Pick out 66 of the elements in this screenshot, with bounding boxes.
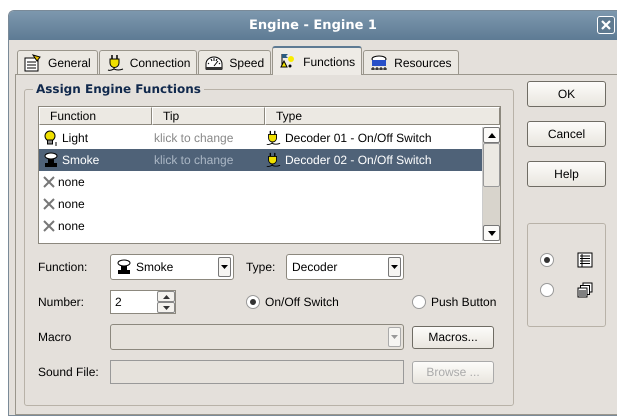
close-icon (601, 20, 611, 30)
function-name: none (58, 175, 85, 189)
up-arrow-icon (488, 132, 496, 138)
column-header[interactable]: Function (39, 107, 152, 125)
radio-button[interactable] (540, 283, 554, 297)
radio-button[interactable] (540, 253, 554, 267)
plug-icon (265, 130, 281, 146)
radio-option[interactable]: On/Off Switch (246, 295, 404, 309)
column-header[interactable]: Type (265, 107, 500, 125)
cross-icon (43, 176, 55, 188)
function-name: none (58, 219, 85, 233)
type-text: Decoder 02 - On/Off Switch (285, 153, 432, 167)
plug-icon (106, 54, 124, 72)
stacked-windows-icon[interactable] (577, 282, 593, 298)
tab[interactable]: Connection (98, 50, 198, 74)
macro-dropdown[interactable] (110, 324, 404, 350)
list-row[interactable]: none (39, 193, 482, 215)
caret-icon (391, 335, 398, 339)
tab[interactable]: General (17, 50, 98, 74)
group-title: Assign Engine Functions (33, 82, 204, 96)
type-text: Decoder 01 - On/Off Switch (285, 131, 432, 145)
list-row[interactable]: none (39, 171, 482, 193)
radio-option[interactable]: Push Button (412, 295, 501, 309)
dialog-button[interactable]: Cancel (527, 121, 606, 147)
macros-button[interactable]: Macros... (412, 326, 494, 348)
list-view-icon[interactable] (577, 252, 593, 268)
field-label: Macro (38, 330, 72, 344)
bulb-icon (43, 130, 59, 146)
field-label: Number: (38, 295, 86, 309)
function-dropdown[interactable]: Smoke (110, 254, 234, 280)
type-dropdown[interactable]: Decoder (286, 254, 404, 280)
smokestack-icon (43, 152, 59, 168)
field-label: Type: (246, 260, 276, 274)
tab[interactable]: Functions (272, 46, 362, 75)
container-icon (370, 54, 388, 72)
down-arrow-icon[interactable] (162, 306, 170, 310)
field-label: Function: (38, 260, 88, 274)
list-row[interactable]: Smoke klick to change Decoder 02 - On/Off Switch (39, 149, 482, 171)
field-label: Sound File: (38, 365, 100, 379)
cross-icon (43, 220, 55, 232)
cross-icon (43, 198, 55, 210)
up-arrow-icon[interactable] (162, 294, 170, 298)
tip-text: klick to change (153, 131, 234, 145)
function-name: Light (62, 131, 88, 145)
form-icon (24, 54, 42, 72)
dialog-button[interactable]: OK (527, 81, 606, 107)
sound-file-field[interactable] (110, 360, 404, 384)
column-header[interactable]: Tip (152, 107, 265, 125)
scrollbar[interactable] (482, 127, 500, 241)
list-row[interactable]: Light klick to change Decoder 01 - On/Off Switch (39, 127, 482, 149)
number-spinner[interactable]: 2 (110, 290, 176, 314)
close-button[interactable] (597, 16, 615, 34)
window-title: Engine - Engine 1 (249, 18, 377, 33)
function-name: Smoke (62, 153, 100, 167)
caret-icon (391, 265, 398, 269)
tip-text: klick to change (153, 153, 234, 167)
tab[interactable]: Resources (363, 50, 459, 74)
gauge-icon (205, 54, 224, 72)
plug-icon (265, 152, 281, 168)
tab[interactable]: Speed (198, 50, 272, 74)
dialog-button[interactable]: Help (527, 161, 606, 187)
down-arrow-icon (488, 230, 496, 236)
smokestack-icon (116, 259, 132, 275)
list-row[interactable]: none (39, 215, 482, 237)
function-name: none (58, 197, 85, 211)
caret-icon (221, 265, 228, 269)
